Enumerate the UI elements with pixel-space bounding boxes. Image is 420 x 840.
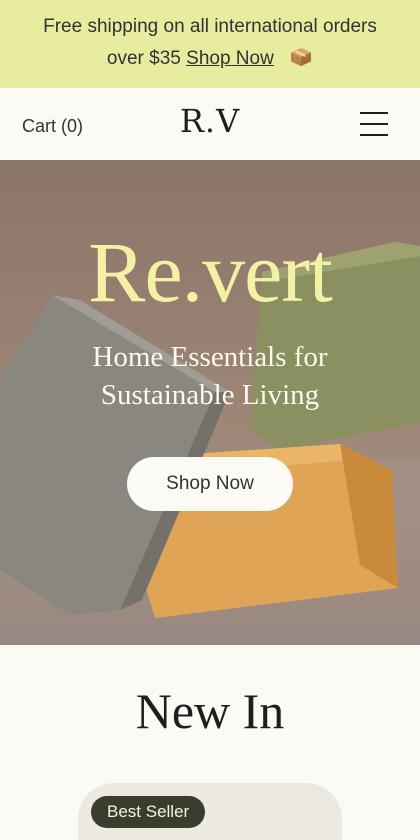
announcement-bar: Free shipping on all international order… — [0, 0, 420, 88]
hero-banner: Re.vert Home Essentials for Sustainable … — [0, 160, 420, 645]
hamburger-menu-icon[interactable] — [358, 110, 390, 138]
hero-subtitle: Home Essentials for Sustainable Living — [0, 338, 420, 414]
package-icon — [291, 47, 312, 67]
hero-shop-now-button[interactable]: Shop Now — [127, 457, 293, 511]
site-header: Cart (0) R.V — [0, 88, 420, 160]
announcement-shop-now-link[interactable]: Shop Now — [186, 48, 274, 69]
product-card[interactable]: Best Seller — [78, 783, 342, 840]
announcement-text: Free shipping on all international order… — [43, 16, 377, 37]
site-logo[interactable]: R.V — [0, 102, 420, 140]
hero-subtitle-line-2: Sustainable Living — [100, 379, 320, 411]
new-in-heading: New In — [135, 683, 285, 739]
announcement-text-suffix: over $35 — [106, 48, 181, 69]
hero-subtitle-line-1: Home Essentials for — [92, 341, 328, 373]
hero-title: Re.vert — [88, 224, 333, 320]
best-seller-badge: Best Seller — [91, 796, 206, 828]
